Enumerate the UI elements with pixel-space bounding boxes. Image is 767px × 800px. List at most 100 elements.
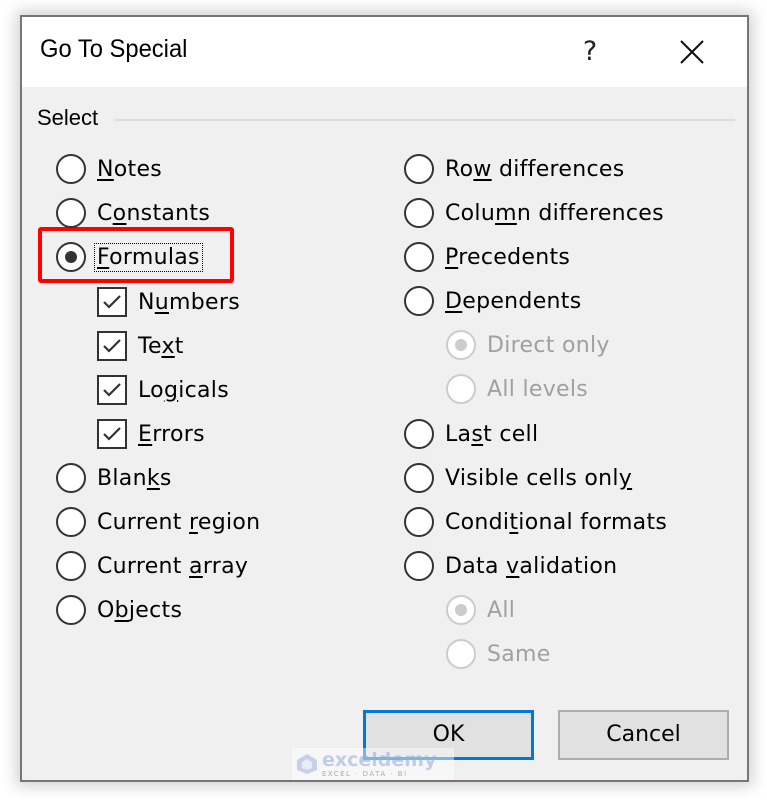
- radio-circle: [446, 639, 476, 669]
- checkbox-box[interactable]: [97, 287, 127, 317]
- label-text: Current: [97, 509, 190, 535]
- close-button[interactable]: [664, 27, 720, 77]
- radio-last-cell[interactable]: Last cell: [404, 417, 538, 451]
- option-label-constants: Constants: [97, 201, 210, 226]
- mnemonic-letter: N: [97, 156, 114, 182]
- radio-validation-all: All: [446, 593, 515, 627]
- mnemonic-letter: E: [138, 421, 153, 447]
- label-text: jects: [128, 597, 183, 623]
- checkbox-box[interactable]: [97, 419, 127, 449]
- mnemonic-letter: D: [445, 288, 463, 314]
- checkbox-errors[interactable]: Errors: [97, 417, 205, 451]
- radio-current-region[interactable]: Current region: [56, 505, 260, 539]
- option-label-row-differences: Row differences: [445, 157, 625, 182]
- option-label-current-region: Current region: [97, 510, 260, 535]
- radio-circle[interactable]: [56, 242, 86, 272]
- mnemonic-letter: u: [154, 289, 170, 315]
- label-text: O: [97, 597, 115, 623]
- label-text: rrors: [152, 421, 205, 447]
- radio-precedents[interactable]: Precedents: [404, 240, 570, 274]
- option-label-column-differences: Column differences: [445, 201, 664, 226]
- radio-all-levels: All levels: [446, 372, 588, 406]
- checkbox-box[interactable]: [97, 375, 127, 405]
- radio-blanks[interactable]: Blanks: [56, 461, 172, 495]
- radio-circle[interactable]: [56, 154, 86, 184]
- checkbox-box[interactable]: [97, 331, 127, 361]
- radio-circle[interactable]: [404, 286, 434, 316]
- label-text: rray: [202, 553, 249, 579]
- option-label-all-levels: All levels: [487, 377, 588, 402]
- mnemonic-letter: r: [189, 509, 198, 535]
- label-text: Data: [445, 553, 507, 579]
- radio-direct-only: Direct only: [446, 328, 610, 362]
- label-text: All: [487, 597, 516, 623]
- option-label-direct-only: Direct only: [487, 333, 610, 358]
- label-text: La: [445, 421, 472, 447]
- radio-circle[interactable]: [404, 507, 434, 537]
- radio-circle[interactable]: [56, 198, 86, 228]
- radio-current-array[interactable]: Current array: [56, 549, 248, 583]
- go-to-special-dialog: Go To Special ? Select OK Cancel Notes Co…: [20, 15, 749, 782]
- group-separator: [115, 119, 735, 121]
- option-label-data-validation: Data validation: [445, 554, 617, 579]
- radio-circle[interactable]: [404, 551, 434, 581]
- radio-circle[interactable]: [56, 463, 86, 493]
- radio-circle[interactable]: [404, 242, 434, 272]
- label-text: n differences: [516, 200, 664, 226]
- radio-circle[interactable]: [404, 154, 434, 184]
- radio-circle: [446, 330, 476, 360]
- label-text: recedents: [458, 244, 571, 270]
- close-icon: [680, 40, 704, 64]
- label-text: Ro: [445, 156, 474, 182]
- label-text: ormulas: [109, 244, 200, 270]
- radio-row-differences[interactable]: Row differences: [404, 152, 625, 186]
- cancel-button[interactable]: Cancel: [558, 710, 729, 760]
- radio-visible-cells-only[interactable]: Visible cells only: [404, 461, 632, 495]
- mnemonic-letter: P: [445, 244, 459, 270]
- option-label-dependents: Dependents: [445, 289, 581, 314]
- radio-conditional-formats[interactable]: Conditional formats: [404, 505, 667, 539]
- dialog-title: Go To Special: [40, 35, 188, 63]
- mnemonic-letter: o: [112, 200, 127, 226]
- checkmark-icon: [103, 383, 121, 397]
- ok-button[interactable]: OK: [363, 710, 534, 760]
- radio-circle[interactable]: [56, 507, 86, 537]
- label-text: alidation: [519, 553, 618, 579]
- label-text: differences: [491, 156, 625, 182]
- option-label-precedents: Precedents: [445, 245, 570, 270]
- label-text: Current: [97, 553, 190, 579]
- label-text: Lo: [138, 377, 164, 403]
- label-text: ional formats: [518, 509, 668, 535]
- radio-column-differences[interactable]: Column differences: [404, 196, 664, 230]
- label-text: egion: [197, 509, 261, 535]
- mnemonic-letter: s: [471, 421, 484, 447]
- radio-data-validation[interactable]: Data validation: [404, 549, 617, 583]
- checkbox-logicals[interactable]: Logicals: [97, 373, 229, 407]
- radio-circle[interactable]: [56, 551, 86, 581]
- radio-circle[interactable]: [404, 419, 434, 449]
- label-text: otes: [113, 156, 163, 182]
- radio-formulas[interactable]: Formulas: [56, 240, 203, 274]
- radio-notes[interactable]: Notes: [56, 152, 162, 186]
- option-label-numbers: Numbers: [138, 290, 240, 315]
- radio-objects[interactable]: Objects: [56, 593, 182, 627]
- radio-circle[interactable]: [404, 198, 434, 228]
- mnemonic-letter: x: [161, 333, 175, 359]
- option-label-text: Text: [138, 334, 184, 359]
- mnemonic-letter: w: [473, 156, 492, 182]
- option-label-notes: Notes: [97, 157, 162, 182]
- radio-constants[interactable]: Constants: [56, 196, 210, 230]
- label-text: Same: [487, 641, 551, 667]
- label-text: mbers: [169, 289, 240, 315]
- option-label-conditional-formats: Conditional formats: [445, 510, 667, 535]
- mnemonic-letter: b: [114, 597, 129, 623]
- checkbox-text[interactable]: Text: [97, 329, 184, 363]
- label-text: N: [138, 289, 155, 315]
- radio-dependents[interactable]: Dependents: [404, 284, 581, 318]
- option-label-logicals: Logicals: [138, 378, 229, 403]
- help-button[interactable]: ?: [570, 27, 610, 77]
- checkbox-numbers[interactable]: Numbers: [97, 285, 240, 319]
- mnemonic-letter: a: [189, 553, 203, 579]
- radio-circle[interactable]: [404, 463, 434, 493]
- radio-circle[interactable]: [56, 595, 86, 625]
